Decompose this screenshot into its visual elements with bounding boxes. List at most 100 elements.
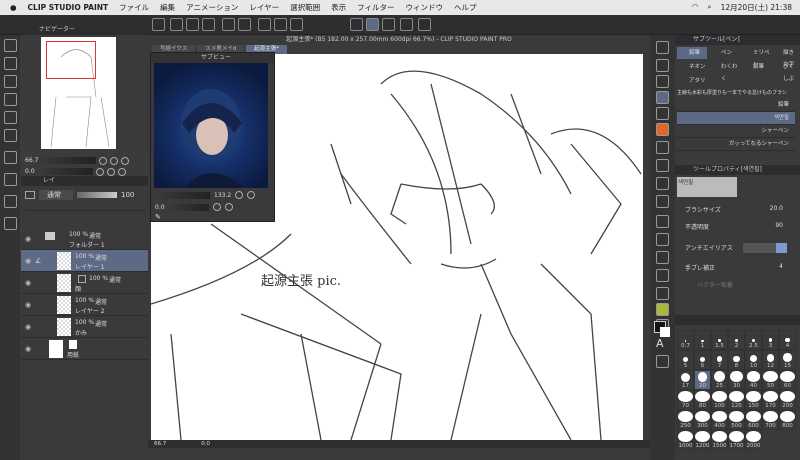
- sub-color-swatch[interactable]: [660, 327, 670, 337]
- app-name[interactable]: CLIP STUDIO PAINT: [28, 3, 109, 12]
- snap-grid-icon[interactable]: [382, 18, 395, 31]
- subtool-group[interactable]: 主線も水彩も厚塗りも一本でやる怠けものブラシ: [677, 89, 795, 98]
- menu-window[interactable]: ウィンドウ: [405, 2, 443, 13]
- redo-icon[interactable]: [238, 18, 251, 31]
- layer-toolbar[interactable]: [25, 203, 145, 211]
- subview-rotate-slider[interactable]: [168, 203, 209, 211]
- help-icon[interactable]: [418, 18, 431, 31]
- brush-item-selected[interactable]: 색연필: [677, 112, 795, 125]
- rotate-left-icon[interactable]: [95, 167, 104, 176]
- brush-size-option[interactable]: 1: [694, 330, 711, 350]
- opacity-slider[interactable]: [77, 192, 117, 198]
- brush-size-option[interactable]: 600: [745, 410, 762, 430]
- person-icon[interactable]: [4, 195, 17, 208]
- layer-row-selected[interactable]: ◉ ∠ 100 % 通常 レイヤー 1: [21, 250, 149, 272]
- subtool-neon[interactable]: ネオン: [677, 61, 707, 73]
- brush-icon[interactable]: [656, 107, 669, 120]
- subtool-millipen[interactable]: ミリペン: [741, 47, 771, 68]
- balloon-pen-icon[interactable]: [656, 355, 669, 368]
- brush-size-option[interactable]: 10: [745, 350, 762, 370]
- lasso-icon[interactable]: [656, 41, 669, 54]
- layer-opacity[interactable]: 100: [121, 191, 134, 199]
- brush-size-value[interactable]: 20.0: [770, 205, 783, 212]
- brush-size-option[interactable]: 80: [694, 390, 711, 410]
- rotate-left-icon[interactable]: [212, 203, 221, 211]
- brush-size-option[interactable]: 40: [745, 370, 762, 390]
- brush-size-option[interactable]: 8: [728, 350, 745, 370]
- brush-size-option[interactable]: 5: [677, 350, 694, 370]
- eye-icon[interactable]: ◉: [25, 345, 31, 353]
- eye-icon[interactable]: ◉: [25, 323, 31, 331]
- subtool-wakuwaku[interactable]: わくわく: [709, 61, 739, 82]
- line-icon[interactable]: [656, 269, 669, 282]
- transform-icon[interactable]: [290, 18, 303, 31]
- eyedropper-icon[interactable]: ✎: [155, 213, 161, 221]
- reset-rotation-icon[interactable]: [117, 167, 126, 176]
- eye-icon[interactable]: ◉: [25, 301, 31, 309]
- edit-icon[interactable]: [4, 151, 17, 164]
- brush-size-option[interactable]: 6: [694, 350, 711, 370]
- eye-icon[interactable]: ◉: [25, 279, 31, 287]
- brush-size-option[interactable]: 120: [728, 390, 745, 410]
- brush-size-option[interactable]: 2.5: [745, 330, 762, 350]
- color-icon[interactable]: [4, 129, 17, 142]
- blend-mode-select[interactable]: 通常: [39, 190, 73, 200]
- menu-animation[interactable]: アニメーション: [186, 2, 238, 13]
- brush-size-option[interactable]: 200: [779, 390, 796, 410]
- eye-icon[interactable]: ◉: [25, 235, 31, 243]
- navigator-view-rect[interactable]: [46, 41, 96, 79]
- subtool-pencil[interactable]: 鉛筆: [677, 47, 707, 59]
- brush-size-option[interactable]: 700: [762, 410, 779, 430]
- layer-row[interactable]: ◉ 100 % 通常 かみ: [21, 316, 149, 338]
- text-icon[interactable]: A: [656, 337, 669, 350]
- opacity-row[interactable]: 不透明度 90: [685, 222, 797, 231]
- canvas-zoom[interactable]: 66.7: [154, 441, 166, 447]
- brush-size-option[interactable]: 1.5: [711, 330, 728, 350]
- brush-item[interactable]: シャーペン: [677, 125, 795, 138]
- brush-size-option[interactable]: 150: [745, 390, 762, 410]
- menu-filter[interactable]: フィルター: [357, 2, 394, 13]
- house-icon[interactable]: [656, 123, 669, 136]
- brush-size-option[interactable]: 7: [711, 350, 728, 370]
- zoom-in-icon[interactable]: [110, 156, 119, 165]
- brush-size-option[interactable]: 17: [677, 370, 694, 390]
- clear-icon[interactable]: [258, 18, 271, 31]
- brush-size-option[interactable]: 20: [694, 370, 711, 390]
- fill-icon[interactable]: [274, 18, 287, 31]
- rotate-right-icon[interactable]: [224, 203, 233, 211]
- brush-size-option[interactable]: 300: [694, 410, 711, 430]
- brush-size-option[interactable]: 2000: [745, 430, 762, 450]
- navigator-icon[interactable]: [4, 39, 17, 52]
- ribbon-icon[interactable]: [656, 141, 669, 154]
- layer-property-icon[interactable]: [4, 111, 17, 124]
- brush-size-option[interactable]: 2: [728, 330, 745, 350]
- material-icon[interactable]: [4, 75, 17, 88]
- brush-size-option[interactable]: 1000: [677, 430, 694, 450]
- menu-view[interactable]: 表示: [331, 2, 346, 13]
- history-icon[interactable]: [4, 93, 17, 106]
- brush-size-option[interactable]: 70: [677, 390, 694, 410]
- layer-color-icon[interactable]: [25, 191, 35, 199]
- canvas-angle[interactable]: 0.0: [201, 441, 210, 447]
- brush-size-option[interactable]: 500: [728, 410, 745, 430]
- layer-row[interactable]: ◉ 100 % 通常顔: [21, 272, 149, 294]
- app-icon[interactable]: [152, 18, 165, 31]
- fit-icon[interactable]: [121, 156, 130, 165]
- save-icon[interactable]: [202, 18, 215, 31]
- subview-zoom-slider[interactable]: [155, 191, 210, 199]
- subtool-pen[interactable]: ペン: [709, 47, 739, 59]
- zoom-out-icon[interactable]: [99, 156, 108, 165]
- layer-tab[interactable]: レイ: [21, 176, 149, 186]
- ribbon-icon-2[interactable]: [656, 177, 669, 190]
- fire-icon[interactable]: [656, 195, 669, 208]
- clock[interactable]: 12月20日(土) 21:38: [721, 2, 792, 13]
- calendar-icon[interactable]: [4, 57, 17, 70]
- layer-row[interactable]: ◉ 100 % 通常 レイヤー 2: [21, 294, 149, 316]
- menu-help[interactable]: ヘルプ: [454, 2, 477, 13]
- brush-size-option[interactable]: 0.7: [677, 330, 694, 350]
- frame-icon[interactable]: [656, 303, 669, 316]
- brush-item[interactable]: ガッってなるシャーペン: [677, 138, 795, 151]
- menu-layer[interactable]: レイヤー: [249, 2, 279, 13]
- apple-icon[interactable]: ●: [10, 3, 17, 12]
- snap-special-ruler-icon[interactable]: [366, 18, 379, 31]
